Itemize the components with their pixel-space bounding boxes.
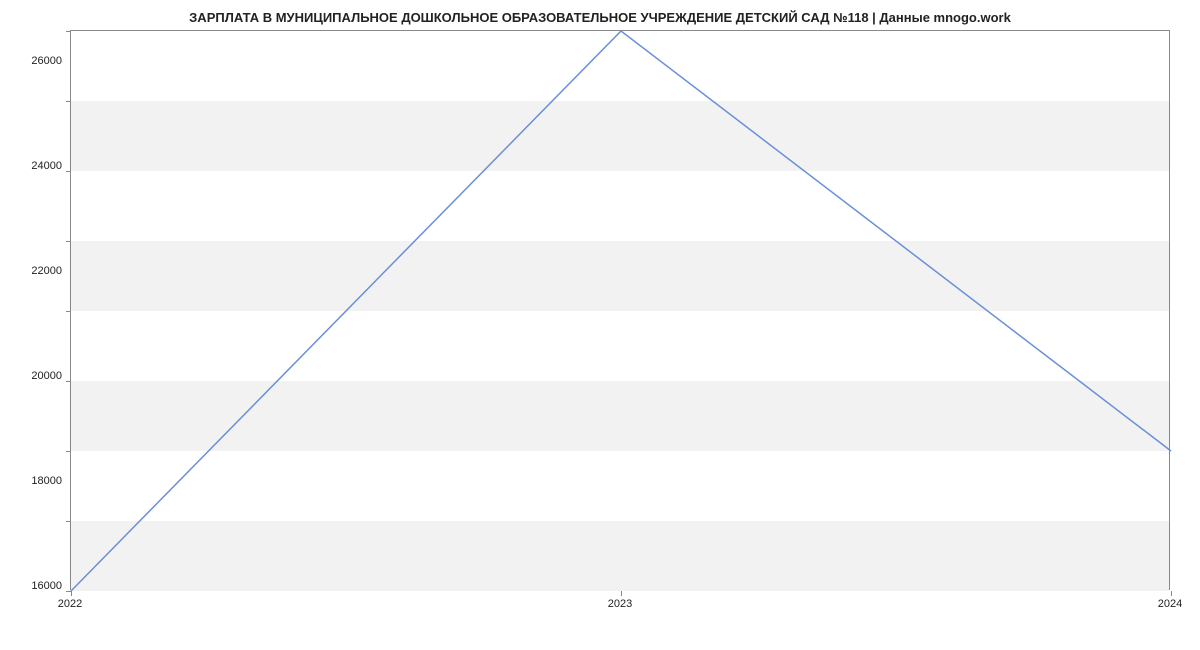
x-tick-label: 2023 bbox=[608, 598, 632, 610]
chart-area: 1600018000200002200024000260002800030000… bbox=[70, 30, 1170, 610]
line-series bbox=[71, 31, 1171, 591]
x-tick-label: 2022 bbox=[58, 598, 82, 610]
x-tick-label: 2024 bbox=[1158, 598, 1182, 610]
x-tick-mark bbox=[1171, 591, 1172, 596]
plot-area bbox=[70, 30, 1170, 590]
x-tick-mark bbox=[71, 591, 72, 596]
y-tick-label: 32000 bbox=[2, 0, 62, 320]
y-tick-label: 16000 bbox=[2, 580, 62, 600]
x-tick-mark bbox=[621, 591, 622, 596]
chart-title: ЗАРПЛАТА В МУНИЦИПАЛЬНОЕ ДОШКОЛЬНОЕ ОБРА… bbox=[0, 10, 1200, 25]
